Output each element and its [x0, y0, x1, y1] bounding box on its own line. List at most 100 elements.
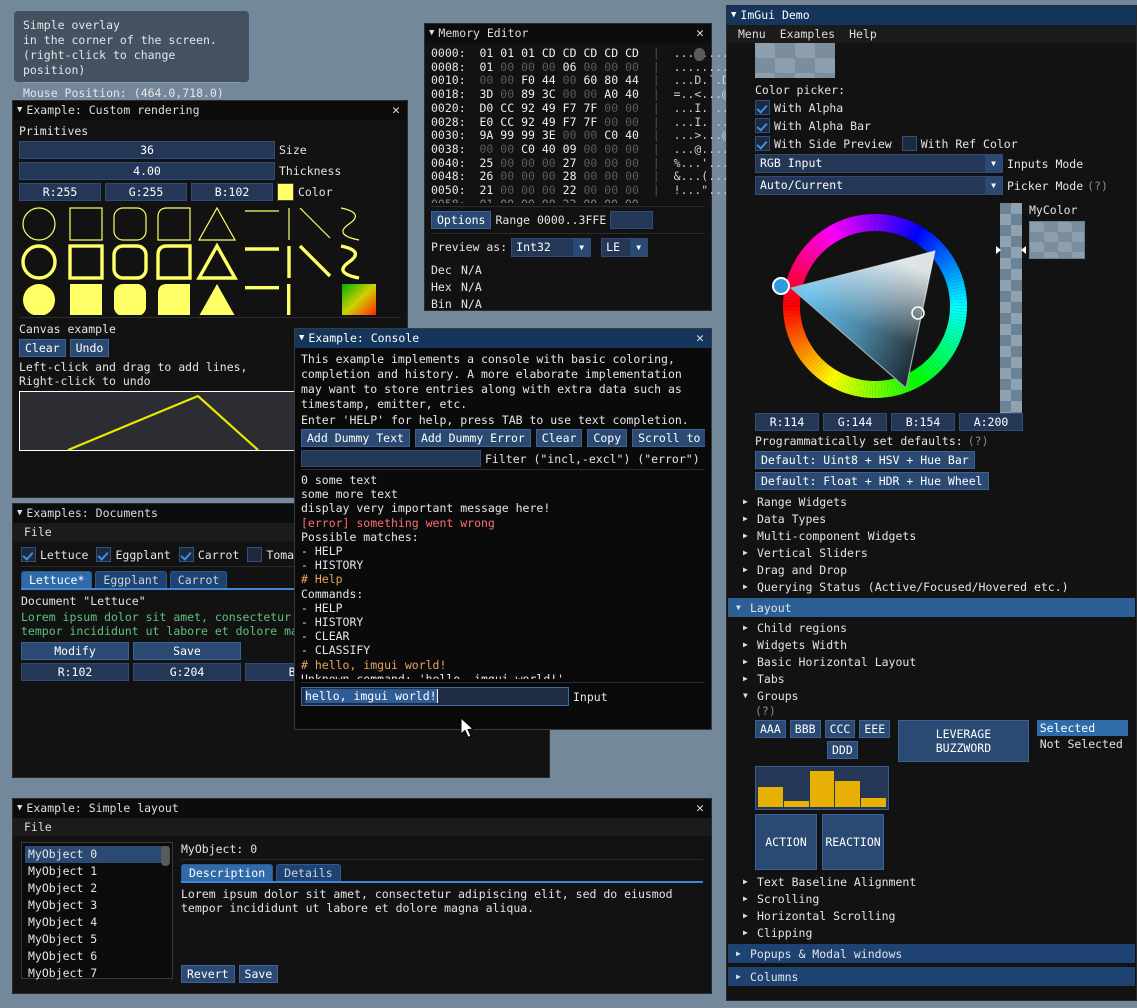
with-alpha-bar-checkbox[interactable] [755, 118, 770, 133]
menu-item-help[interactable]: Help [842, 25, 884, 43]
modify-button[interactable]: Modify [21, 642, 129, 660]
console-button-2[interactable]: Clear [536, 429, 583, 447]
reaction-button[interactable]: REACTION [822, 814, 884, 870]
close-icon[interactable]: ✕ [389, 101, 403, 120]
tree-node-clipping[interactable]: ▶Clipping [741, 924, 1128, 941]
collapse-arrow-icon[interactable]: ▼ [299, 334, 304, 343]
thickness-slider[interactable]: 4.00 [19, 162, 275, 180]
document-save-button[interactable]: Save [133, 642, 241, 660]
memory-row[interactable]: 0010: 00 00 F0 44 00 60 80 44 | ...D.`.D [431, 74, 705, 88]
console-button-0[interactable]: Add Dummy Text [301, 429, 410, 447]
with-alpha-bar-row[interactable]: With Alpha Bar [755, 118, 1128, 133]
hue-handle[interactable] [773, 278, 789, 294]
group-button-aaa[interactable]: AAA [755, 720, 786, 738]
close-icon[interactable]: ✕ [693, 329, 707, 348]
undo-button[interactable]: Undo [70, 339, 110, 357]
simple-layout-tabs[interactable]: DescriptionDetails [181, 864, 703, 881]
tree-node-horizontal-scrolling[interactable]: ▶Horizontal Scrolling [741, 907, 1128, 924]
doc-color-r[interactable]: R:102 [21, 663, 129, 681]
layout-tree-items-2[interactable]: ▶Text Baseline Alignment▶Scrolling▶Horiz… [741, 873, 1128, 941]
defaults-help-icon[interactable]: (?) [968, 434, 989, 448]
list-item[interactable]: MyObject 7 [25, 965, 169, 982]
tree-header-columns[interactable]: ▶ Columns [728, 967, 1135, 986]
simple-layout-save-button[interactable]: Save [239, 965, 279, 983]
inputs-mode-combo[interactable]: RGB Input ▼ [755, 154, 1003, 173]
list-item[interactable]: MyObject 2 [25, 880, 169, 897]
list-item[interactable]: MyObject 1 [25, 863, 169, 880]
checkbox-box[interactable] [179, 547, 194, 562]
endian-combo[interactable]: LE ▼ [601, 238, 648, 257]
color-channel-slider-1[interactable]: G:144 [823, 413, 887, 431]
buzzword-button[interactable]: LEVERAGE BUZZWORD [898, 720, 1029, 762]
tree-node-multi-component-widgets[interactable]: ▶Multi-component Widgets [741, 527, 1128, 544]
document-checkbox-1[interactable]: Eggplant [96, 547, 170, 562]
list-item[interactable]: MyObject 6 [25, 948, 169, 965]
with-alpha-checkbox[interactable] [755, 100, 770, 115]
console-button-4[interactable]: Scroll to b [632, 429, 705, 447]
filter-input[interactable] [301, 450, 481, 467]
memory-editor-titlebar[interactable]: ▼ Memory Editor ✕ [425, 24, 711, 43]
console-buttons[interactable]: Add Dummy Text Add Dummy Error ClearCopy Sc… [301, 429, 705, 447]
memory-row[interactable]: 0020: D0 CC 92 49 F7 7F 00 00 | ...I. .. [431, 102, 705, 116]
list-item[interactable]: MyObject 0 [25, 846, 169, 863]
selection-list[interactable]: Selected Not Selected [1037, 720, 1128, 752]
object-list[interactable]: MyObject 0MyObject 1MyObject 2MyObject 3… [21, 842, 173, 979]
simple-layout-titlebar[interactable]: ▼ Example: Simple layout ✕ [13, 799, 711, 818]
mycolor-swatch[interactable] [1029, 221, 1085, 259]
memory-row[interactable]: 0050: 21 00 00 00 22 00 00 00 | !..."... [431, 184, 705, 198]
memory-row[interactable]: 0000: 01 01 01 CD CD CD CD CD | ........ [431, 47, 705, 61]
with-side-preview-row[interactable]: With Side Preview With Ref Color [755, 136, 1128, 151]
color-button-preview[interactable] [755, 43, 835, 78]
list-item[interactable]: MyObject 4 [25, 914, 169, 931]
layout-tree-items[interactable]: ▶Child regions▶Widgets Width▶Basic Horiz… [741, 619, 1128, 704]
close-icon[interactable]: ✕ [693, 799, 707, 818]
group-button-ddd[interactable]: DDD [827, 741, 858, 759]
memory-row[interactable]: 0028: E0 CC 92 49 F7 7F 00 00 | ...I. .. [431, 116, 705, 130]
checkbox-box[interactable] [21, 547, 36, 562]
custom-rendering-titlebar[interactable]: ▼ Example: Custom rendering ✕ [13, 101, 407, 120]
color-r-slider[interactable]: R:255 [19, 183, 101, 201]
memory-row[interactable]: 0040: 25 00 00 00 27 00 00 00 | %...'... [431, 157, 705, 171]
tree-node-basic-horizontal-layout[interactable]: ▶Basic Horizontal Layout [741, 653, 1128, 670]
document-tab-2[interactable]: Carrot [170, 571, 228, 588]
menu-item-menu[interactable]: Menu [731, 25, 773, 43]
demo-titlebar[interactable]: ▼ ImGui Demo [727, 6, 1136, 25]
options-button[interactable]: Options [431, 211, 491, 229]
demo-tree-list[interactable]: ▶Range Widgets▶Data Types▶Multi-componen… [741, 493, 1128, 595]
checkbox-box[interactable] [96, 547, 111, 562]
document-checkbox-2[interactable]: Carrot [179, 547, 240, 562]
console-button-3[interactable]: Copy [587, 429, 627, 447]
list-item-not-selected[interactable]: Not Selected [1037, 736, 1128, 752]
memory-row[interactable]: 0048: 26 00 00 00 28 00 00 00 | &...(... [431, 170, 705, 184]
document-tab-0[interactable]: Lettuce* [21, 571, 92, 588]
list-item-selected[interactable]: Selected [1037, 720, 1128, 736]
memory-scrollbar-thumb[interactable] [694, 48, 705, 61]
histogram[interactable] [755, 766, 889, 810]
collapse-arrow-icon[interactable]: ▼ [17, 804, 22, 813]
rgba-sliders[interactable]: R:114G:144B:154A:200 [755, 413, 1128, 431]
tree-node-tabs[interactable]: ▶Tabs [741, 670, 1128, 687]
console-button-1[interactable]: Add Dummy Error [415, 429, 531, 447]
menu-file[interactable]: File [17, 523, 59, 541]
tree-header-layout[interactable]: ▼ Layout [728, 598, 1135, 617]
action-button[interactable]: ACTION [755, 814, 817, 870]
tree-node-drag-and-drop[interactable]: ▶Drag and Drop [741, 561, 1128, 578]
default-uint8-button[interactable]: Default: Uint8 + HSV + Hue Bar [755, 451, 975, 469]
range-input[interactable] [610, 211, 653, 229]
list-scrollbar-thumb[interactable] [161, 846, 170, 866]
size-slider[interactable]: 36 [19, 141, 275, 159]
tree-node-widgets-width[interactable]: ▶Widgets Width [741, 636, 1128, 653]
close-icon[interactable]: ✕ [693, 24, 707, 43]
list-item[interactable]: MyObject 5 [25, 931, 169, 948]
tree-header-popups[interactable]: ▶ Popups & Modal windows [728, 944, 1135, 963]
alpha-handle-left[interactable] [996, 246, 1001, 254]
tree-node-vertical-sliders[interactable]: ▶Vertical Sliders [741, 544, 1128, 561]
collapse-arrow-icon[interactable]: ▼ [17, 509, 22, 518]
revert-button[interactable]: Revert [181, 965, 235, 983]
console-titlebar[interactable]: ▼ Example: Console ✕ [295, 329, 711, 348]
with-alpha-row[interactable]: With Alpha [755, 100, 1128, 115]
doc-color-g[interactable]: G:204 [133, 663, 241, 681]
with-ref-color-checkbox[interactable] [902, 136, 917, 151]
memory-row[interactable]: 0030: 9A 99 99 3E 00 00 C0 40 | ...>...@ [431, 129, 705, 143]
tree-node-scrolling[interactable]: ▶Scrolling [741, 890, 1128, 907]
